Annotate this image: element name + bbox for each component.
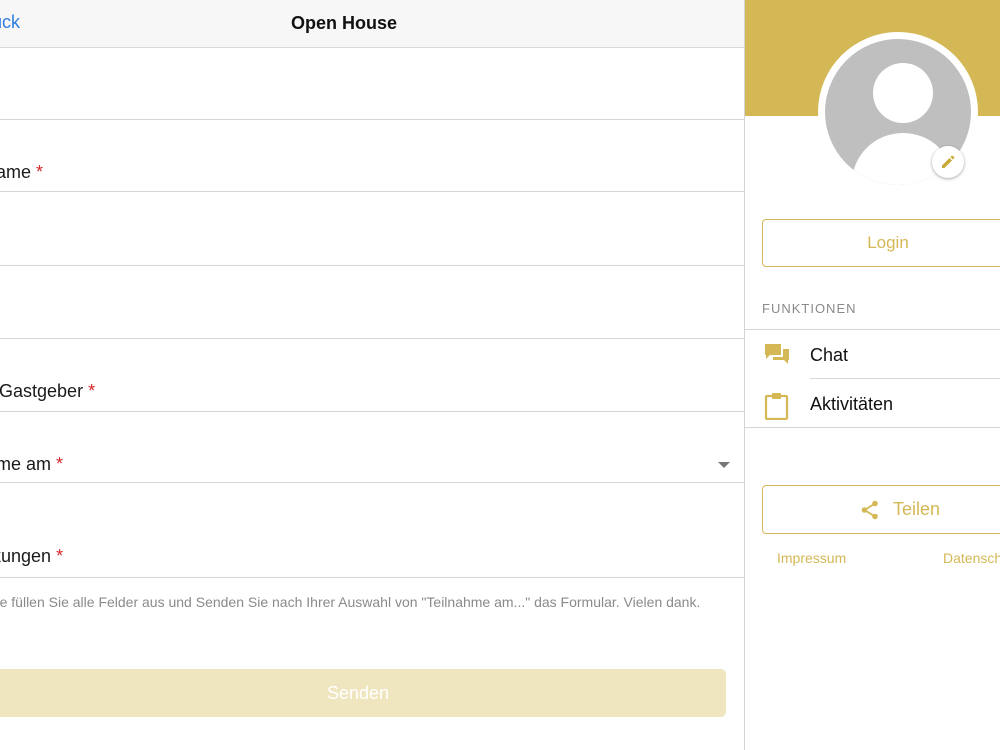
field-label: ahme am*	[0, 454, 64, 474]
field-label: ail Gastgeber*	[0, 381, 96, 401]
form-field-beruf[interactable]: f*	[0, 266, 744, 339]
menu-item-label: Chat	[810, 345, 849, 365]
send-button[interactable]: Senden	[0, 669, 726, 717]
impressum-link[interactable]: Impressum	[777, 550, 846, 566]
divider	[745, 329, 1000, 330]
form-field-name[interactable]: e*	[0, 48, 744, 120]
form-field-vorname[interactable]: nname*	[0, 120, 744, 192]
required-mark: *	[88, 381, 96, 401]
field-label: erkungen*	[0, 546, 64, 566]
menu-item-label: Aktivitäten	[810, 394, 894, 414]
datenschutz-link[interactable]: Datensch	[943, 550, 1000, 566]
form-field-teilnahme-dropdown[interactable]: ahme am*	[0, 412, 744, 483]
navigation-bar: ück Open House	[0, 0, 744, 48]
chevron-down-icon[interactable]	[718, 462, 730, 468]
form-field-email[interactable]: *	[0, 192, 744, 266]
clipboard-icon	[764, 393, 789, 420]
field-label: nname*	[0, 162, 44, 182]
share-button[interactable]: Teilen	[762, 485, 1000, 534]
form-field-bemerkungen[interactable]: erkungen*	[0, 483, 744, 578]
section-heading: FUNKTIONEN	[762, 301, 857, 316]
menu-item-aktivitaeten[interactable]: Aktivitäten	[745, 380, 1000, 428]
required-mark: *	[36, 162, 44, 182]
required-mark: *	[56, 546, 64, 566]
edit-avatar-button[interactable]	[932, 146, 964, 178]
divider	[810, 378, 1000, 379]
sidebar: Login FUNKTIONEN Chat Aktivitäten Teilen…	[745, 0, 1000, 750]
share-icon	[861, 500, 878, 520]
login-button[interactable]: Login	[762, 219, 1000, 267]
form-field-email-gastgeber[interactable]: ail Gastgeber*	[0, 339, 744, 412]
page-title: Open House	[290, 13, 397, 33]
pencil-icon	[942, 155, 955, 168]
chat-icon	[765, 344, 789, 364]
required-mark: *	[56, 454, 64, 474]
menu-item-chat[interactable]: Chat	[745, 331, 1000, 379]
share-label: Teilen	[893, 499, 941, 519]
form-hint: e füllen Sie alle Felder aus und Senden …	[0, 594, 701, 610]
divider	[745, 427, 1000, 428]
form-panel: ück Open House e* nname* * f* ail Gastge…	[0, 0, 744, 750]
